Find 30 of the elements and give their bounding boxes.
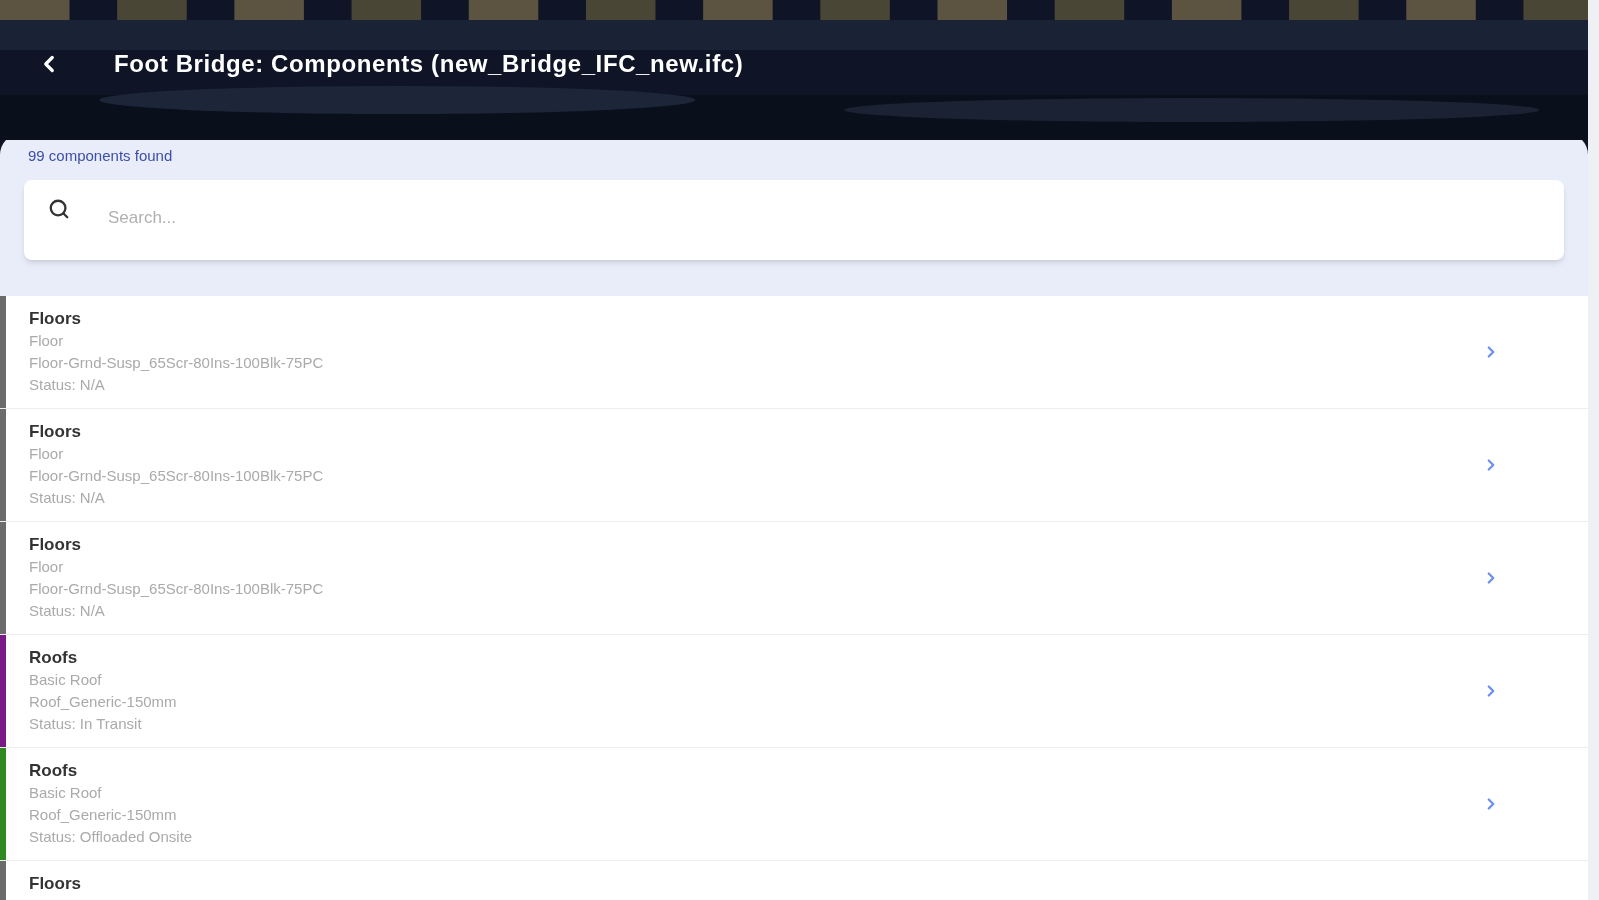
- search-icon: [48, 197, 70, 220]
- component-name: Floor-Grnd-Susp_65Scr-80Ins-100Blk-75PC: [29, 352, 325, 373]
- component-row[interactable]: Floors Floor Floor-Grnd-Susp_65Scr-80Ins-100Blk-75PC Status: N/A: [0, 295, 1588, 409]
- results-count: 99 components found: [27, 146, 174, 166]
- component-category: Roofs: [29, 646, 79, 669]
- component-status: Status: N/A: [29, 600, 106, 621]
- component-type: Floor: [29, 330, 65, 351]
- component-category: Roofs: [29, 759, 79, 782]
- component-row[interactable]: Floors Floor Floor-Grnd-Susp_65Scr-80Ins-100Blk-75PC Status: N/A: [0, 521, 1588, 635]
- component-name: Floor-Grnd-Susp_65Scr-80Ins-100Blk-75PC: [29, 578, 325, 599]
- component-type: Floor: [29, 556, 65, 577]
- component-category: Floors: [29, 533, 82, 556]
- component-status: Status: N/A: [29, 374, 106, 395]
- component-row[interactable]: Floors Floor Floor-Grnd-Susp_65Scr-80Ins-100Blk-75PC Status: N/A: [0, 408, 1588, 522]
- search-field[interactable]: Search...: [24, 179, 1564, 260]
- component-status: Status: In Transit: [29, 713, 143, 734]
- component-status: Status: Offloaded Onsite: [29, 826, 194, 847]
- component-name: Roof_Generic-150mm: [29, 804, 178, 825]
- component-type: Basic Roof: [29, 782, 103, 803]
- component-type: Floor: [29, 443, 65, 464]
- component-name: Roof_Generic-150mm: [29, 691, 178, 712]
- component-type: Basic Roof: [29, 669, 103, 690]
- page-title: Foot Bridge: Components (new_Bridge_IFC_new.ifc): [114, 48, 744, 79]
- component-category: Floors: [29, 420, 82, 443]
- component-status: Status: N/A: [29, 487, 106, 508]
- component-row[interactable]: Roofs Basic Roof Roof_Generic-150mm Status: Offloaded Onsite: [0, 747, 1588, 861]
- component-category: Floors: [29, 307, 82, 330]
- component-category: Floors: [29, 872, 82, 895]
- component-name: Floor-Grnd-Susp_65Scr-80Ins-100Blk-75PC: [29, 465, 325, 486]
- component-row[interactable]: Roofs Basic Roof Roof_Generic-150mm Status: In Transit: [0, 634, 1588, 748]
